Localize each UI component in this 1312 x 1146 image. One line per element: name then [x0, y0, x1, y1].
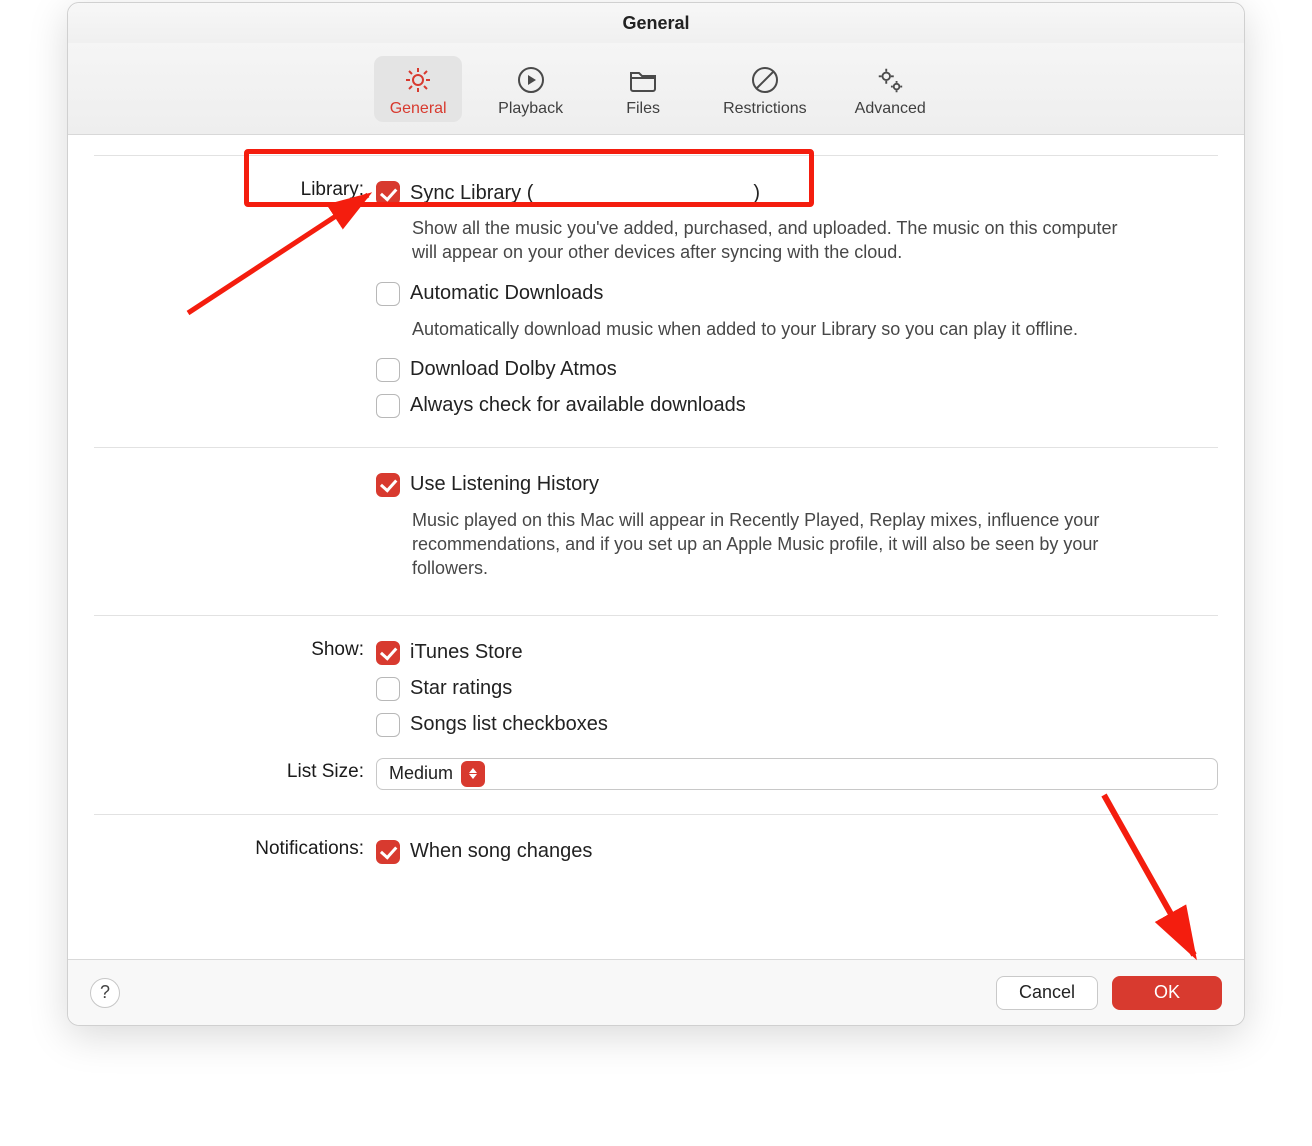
star-ratings-text: Star ratings — [410, 677, 512, 700]
section-notifications: Notifications: When song changes — [94, 814, 1218, 893]
cancel-label: Cancel — [1019, 982, 1075, 1003]
label-show: Show: — [94, 636, 376, 661]
toolbar: General Playback Files Restrictions Adva… — [68, 43, 1244, 135]
preferences-window: General General Playback Files Restrict — [67, 2, 1245, 1026]
checkbox-auto-downloads[interactable] — [376, 282, 400, 306]
help-button[interactable]: ? — [90, 978, 120, 1008]
ok-label: OK — [1154, 982, 1180, 1003]
desc-listening-history: Music played on this Mac will appear in … — [376, 504, 1136, 591]
option-auto-downloads[interactable]: Automatic Downloads — [376, 277, 1218, 311]
tab-general[interactable]: General — [374, 56, 462, 122]
ok-button[interactable]: OK — [1112, 976, 1222, 1010]
tab-advanced[interactable]: Advanced — [843, 56, 938, 122]
footer: ? Cancel OK — [68, 959, 1244, 1025]
tab-label: Files — [626, 100, 660, 118]
section-library: Library: Sync Library () Show all the mu… — [94, 155, 1218, 447]
desc-auto-downloads: Automatically download music when added … — [376, 313, 1136, 351]
checkbox-star-ratings[interactable] — [376, 677, 400, 701]
option-itunes-store[interactable]: iTunes Store — [376, 636, 1218, 670]
window-title: General — [68, 3, 1244, 43]
sync-library-prefix: Sync Library ( — [410, 182, 533, 204]
checkbox-songs-checkboxes[interactable] — [376, 713, 400, 737]
option-dolby[interactable]: Download Dolby Atmos — [376, 353, 1218, 387]
tab-files[interactable]: Files — [599, 56, 687, 122]
tab-label: Playback — [498, 100, 563, 118]
label-list-size: List Size: — [94, 758, 376, 783]
itunes-store-text: iTunes Store — [410, 641, 523, 664]
folder-icon — [625, 62, 661, 98]
dolby-text: Download Dolby Atmos — [410, 358, 617, 381]
nosign-icon — [747, 62, 783, 98]
always-check-text: Always check for available downloads — [410, 394, 746, 417]
checkbox-itunes-store[interactable] — [376, 641, 400, 665]
tab-label: General — [390, 100, 447, 118]
option-listening-history[interactable]: Use Listening History — [376, 468, 1218, 502]
desc-sync-library: Show all the music you've added, purchas… — [376, 212, 1136, 275]
tab-label: Advanced — [855, 100, 926, 118]
label-library: Library: — [94, 176, 376, 201]
tab-playback[interactable]: Playback — [486, 56, 575, 122]
tab-label: Restrictions — [723, 100, 807, 118]
songs-checkboxes-text: Songs list checkboxes — [410, 713, 608, 736]
play-icon — [513, 62, 549, 98]
checkbox-song-changes[interactable] — [376, 840, 400, 864]
option-always-check[interactable]: Always check for available downloads — [376, 389, 1218, 423]
checkbox-listening-history[interactable] — [376, 473, 400, 497]
gear-icon — [400, 62, 436, 98]
cancel-button[interactable]: Cancel — [996, 976, 1098, 1010]
checkbox-sync-library[interactable] — [376, 181, 400, 205]
sync-library-suffix: ) — [753, 182, 760, 204]
option-songs-checkboxes[interactable]: Songs list checkboxes — [376, 708, 1218, 742]
stepper-arrows-icon — [461, 761, 485, 787]
option-star-ratings[interactable]: Star ratings — [376, 672, 1218, 706]
auto-downloads-text: Automatic Downloads — [410, 282, 603, 305]
option-song-changes[interactable]: When song changes — [376, 835, 1218, 869]
gears-icon — [872, 62, 908, 98]
checkbox-always-check[interactable] — [376, 394, 400, 418]
checkbox-dolby[interactable] — [376, 358, 400, 382]
section-history: Use Listening History Music played on th… — [94, 447, 1218, 615]
window-title-text: General — [622, 13, 689, 34]
list-size-popup[interactable]: Medium — [376, 758, 1218, 790]
label-notifications: Notifications: — [94, 835, 376, 860]
option-sync-library[interactable]: Sync Library () — [376, 176, 1218, 210]
list-size-value: Medium — [389, 763, 453, 784]
song-changes-text: When song changes — [410, 840, 592, 863]
content-area: Library: Sync Library () Show all the mu… — [68, 135, 1244, 959]
tab-restrictions[interactable]: Restrictions — [711, 56, 819, 122]
listening-history-text: Use Listening History — [410, 473, 599, 496]
section-show: Show: iTunes Store Star ratings Songs li… — [94, 615, 1218, 814]
help-icon: ? — [100, 982, 110, 1003]
